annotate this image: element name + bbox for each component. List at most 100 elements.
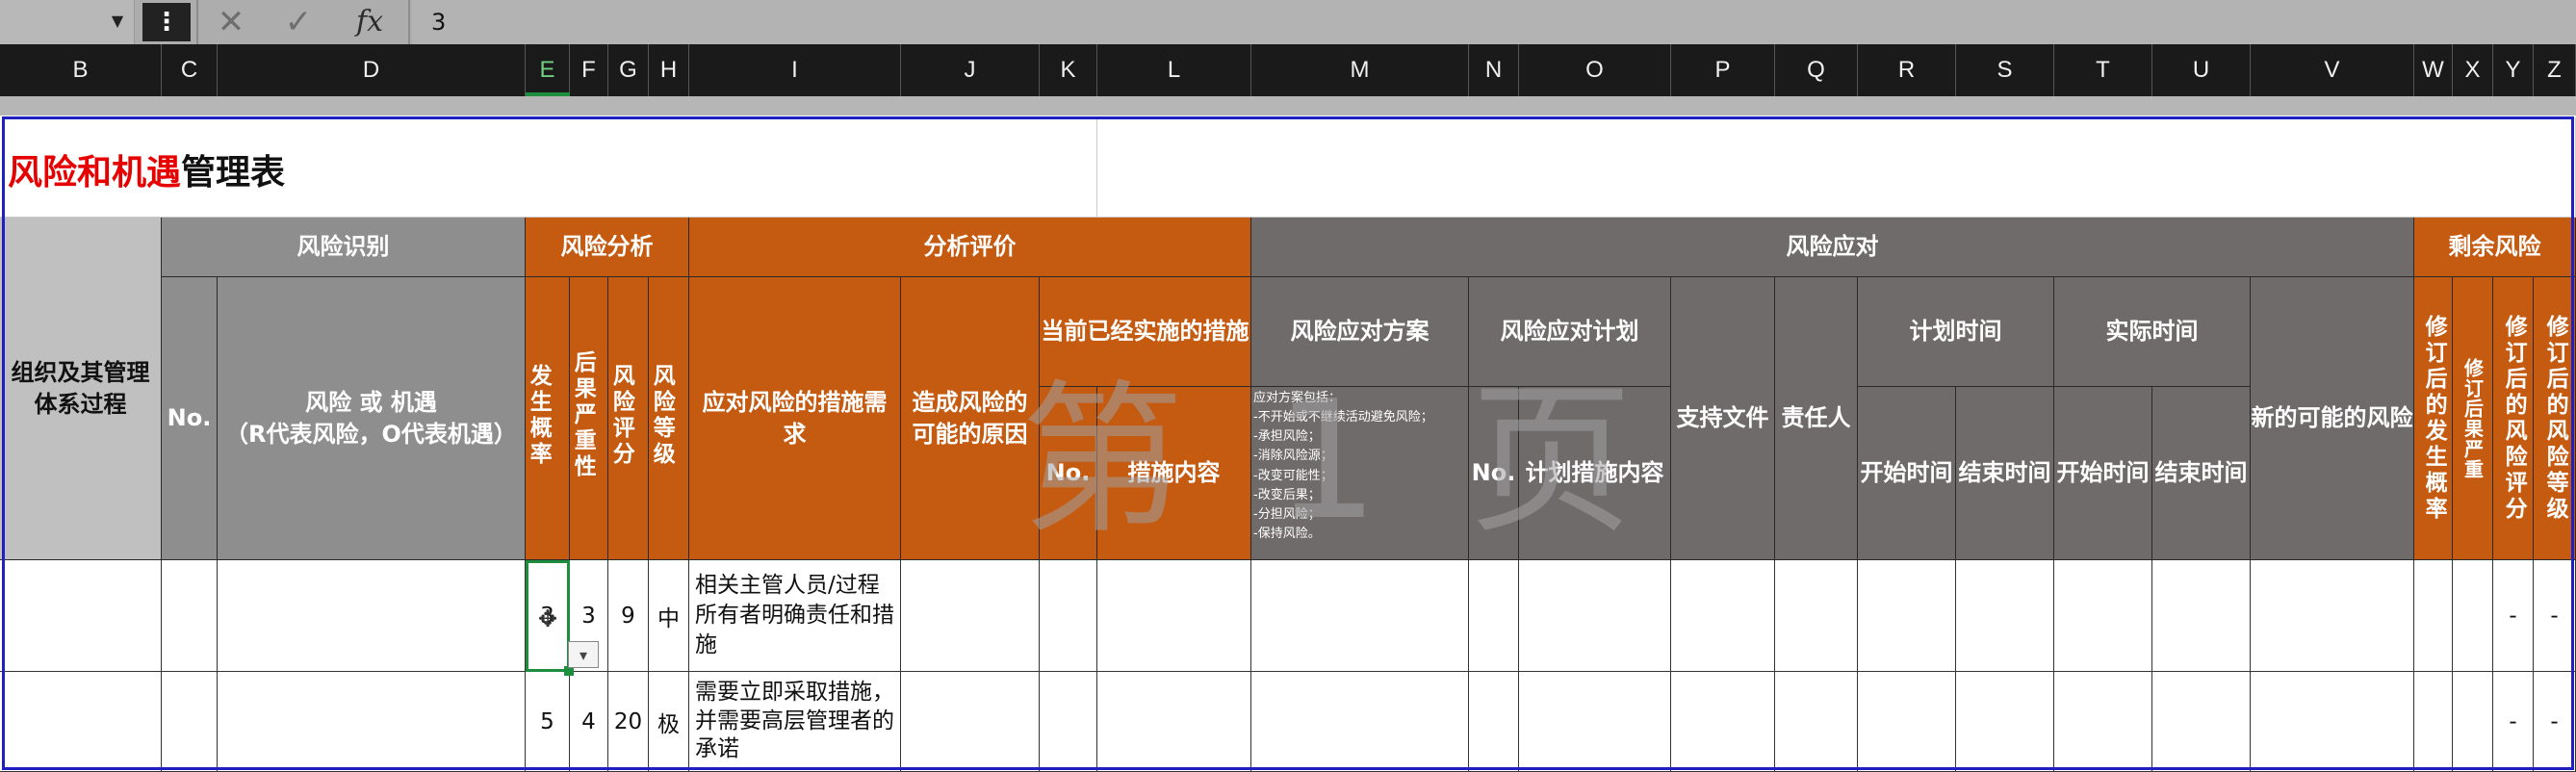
row2-rev-level[interactable]: - (2534, 672, 2576, 772)
table-cell[interactable] (2251, 672, 2414, 772)
risk-analysis-group[interactable]: 风险分析 (526, 218, 689, 277)
severity-header[interactable]: 后果严重性 (570, 277, 608, 560)
column-header-c[interactable]: C (162, 44, 218, 96)
table-cell[interactable] (1097, 672, 1251, 772)
table-cell[interactable] (1469, 672, 1519, 772)
column-header-i[interactable]: I (689, 44, 901, 96)
response-scheme-header[interactable]: 风险应对方案 (1251, 277, 1469, 387)
current-measures-no-header[interactable]: No. (1040, 387, 1097, 560)
column-header-x[interactable]: X (2453, 44, 2493, 96)
column-header-z[interactable]: Z (2534, 44, 2576, 96)
row2-score[interactable]: 20 (608, 672, 649, 772)
org-process-header[interactable]: 组织及其管理体系过程 (0, 218, 162, 560)
plan-time-header[interactable]: 计划时间 (1858, 277, 2054, 387)
table-cell[interactable] (162, 560, 218, 672)
table-cell[interactable] (218, 672, 526, 772)
table-cell[interactable] (1775, 672, 1858, 772)
table-cell[interactable] (2453, 560, 2493, 672)
table-cell[interactable] (218, 560, 526, 672)
table-cell[interactable] (1671, 560, 1775, 672)
table-cell[interactable] (2152, 672, 2251, 772)
column-header-g[interactable]: G (608, 44, 649, 96)
analysis-evaluation-group[interactable]: 分析评价 (689, 218, 1251, 277)
row2-rev-score[interactable]: - (2493, 672, 2534, 772)
column-header-d[interactable]: D (218, 44, 526, 96)
table-cell[interactable] (2414, 672, 2453, 772)
row1-measures[interactable]: 相关主管人员/过程所有者明确责任和措施 (689, 560, 901, 672)
plan-content-header[interactable]: 计划措施内容 (1519, 387, 1671, 560)
causes-header[interactable]: 造成风险的可能的原因 (901, 277, 1040, 560)
column-header-l[interactable]: L (1097, 44, 1251, 96)
column-header-b[interactable]: B (0, 44, 162, 96)
row1-level[interactable]: 中 (649, 560, 689, 672)
table-cell[interactable] (2152, 560, 2251, 672)
cancel-icon[interactable]: ✕ (210, 3, 252, 41)
column-header-r[interactable]: R (1858, 44, 1956, 96)
risk-identification-group[interactable]: 风险识别 (162, 218, 526, 277)
cell-dropdown-button[interactable]: ▾ (568, 641, 599, 668)
plan-end-header[interactable]: 结束时间 (1956, 387, 2054, 560)
score-header[interactable]: 风险评分 (608, 277, 649, 560)
column-header-w[interactable]: W (2414, 44, 2453, 96)
table-cell[interactable] (1956, 672, 2054, 772)
column-header-e[interactable]: E (526, 44, 570, 96)
table-cell[interactable] (2251, 560, 2414, 672)
owner-header[interactable]: 责任人 (1775, 277, 1858, 560)
level-header[interactable]: 风险等级 (649, 277, 689, 560)
table-cell[interactable] (1671, 672, 1775, 772)
table-cell[interactable] (1097, 560, 1251, 672)
table-cell[interactable] (1040, 560, 1097, 672)
actual-end-header[interactable]: 结束时间 (2152, 387, 2251, 560)
column-header-v[interactable]: V (2251, 44, 2414, 96)
table-cell[interactable] (2453, 672, 2493, 772)
column-header-k[interactable]: K (1040, 44, 1097, 96)
rev-severity-header[interactable]: 修订后果严重 (2453, 277, 2493, 560)
column-header-u[interactable]: U (2152, 44, 2251, 96)
column-header-f[interactable]: F (570, 44, 608, 96)
column-header-y[interactable]: Y (2493, 44, 2534, 96)
table-cell[interactable] (901, 672, 1040, 772)
plan-start-header[interactable]: 开始时间 (1858, 387, 1956, 560)
row1-rev-score[interactable]: - (2493, 560, 2534, 672)
column-header-h[interactable]: H (649, 44, 689, 96)
current-measures-content-header[interactable]: 措施内容 (1097, 387, 1251, 560)
table-cell[interactable] (1040, 672, 1097, 772)
row2-probability[interactable]: 5 (526, 672, 570, 772)
rev-score-header[interactable]: 修订后的风险评分 (2493, 277, 2534, 560)
table-cell[interactable] (1858, 560, 1956, 672)
measures-needed-header[interactable]: 应对风险的措施需求 (689, 277, 901, 560)
plan-no-header[interactable]: No. (1469, 387, 1519, 560)
column-header-s[interactable]: S (1956, 44, 2054, 96)
more-options-icon[interactable]: ⋮ (142, 3, 191, 41)
table-cell[interactable] (0, 672, 162, 772)
table-cell[interactable] (1775, 560, 1858, 672)
no-header[interactable]: No. (162, 277, 218, 560)
table-cell[interactable] (2054, 672, 2152, 772)
residual-risk-group[interactable]: 剩余风险 (2414, 218, 2576, 277)
response-plan-header[interactable]: 风险应对计划 (1469, 277, 1671, 387)
risk-or-opportunity-header[interactable]: 风险 或 机遇 （R代表风险，O代表机遇） (218, 277, 526, 560)
support-docs-header[interactable]: 支持文件 (1671, 277, 1775, 560)
risk-response-group[interactable]: 风险应对 (1251, 218, 2414, 277)
actual-time-header[interactable]: 实际时间 (2054, 277, 2251, 387)
check-icon[interactable]: ✓ (277, 3, 320, 41)
column-header-t[interactable]: T (2054, 44, 2152, 96)
column-header-p[interactable]: P (1671, 44, 1775, 96)
column-header-m[interactable]: M (1251, 44, 1469, 96)
table-cell[interactable] (1956, 560, 2054, 672)
table-cell[interactable] (2414, 560, 2453, 672)
table-cell[interactable] (1469, 560, 1519, 672)
current-measures-header[interactable]: 当前已经实施的措施 (1040, 277, 1251, 387)
formula-input[interactable]: 3 (412, 0, 2576, 44)
table-cell[interactable] (1519, 560, 1671, 672)
title-row-filler[interactable] (1097, 117, 2576, 218)
insert-function-icon[interactable]: fx (348, 3, 391, 41)
column-header-j[interactable]: J (901, 44, 1040, 96)
table-cell[interactable] (901, 560, 1040, 672)
rev-probability-header[interactable]: 修订后的发生概率 (2414, 277, 2453, 560)
row2-level[interactable]: 极 (649, 672, 689, 772)
table-cell[interactable] (0, 560, 162, 672)
table-cell[interactable] (1251, 672, 1469, 772)
row1-score[interactable]: 9 (608, 560, 649, 672)
actual-start-header[interactable]: 开始时间 (2054, 387, 2152, 560)
